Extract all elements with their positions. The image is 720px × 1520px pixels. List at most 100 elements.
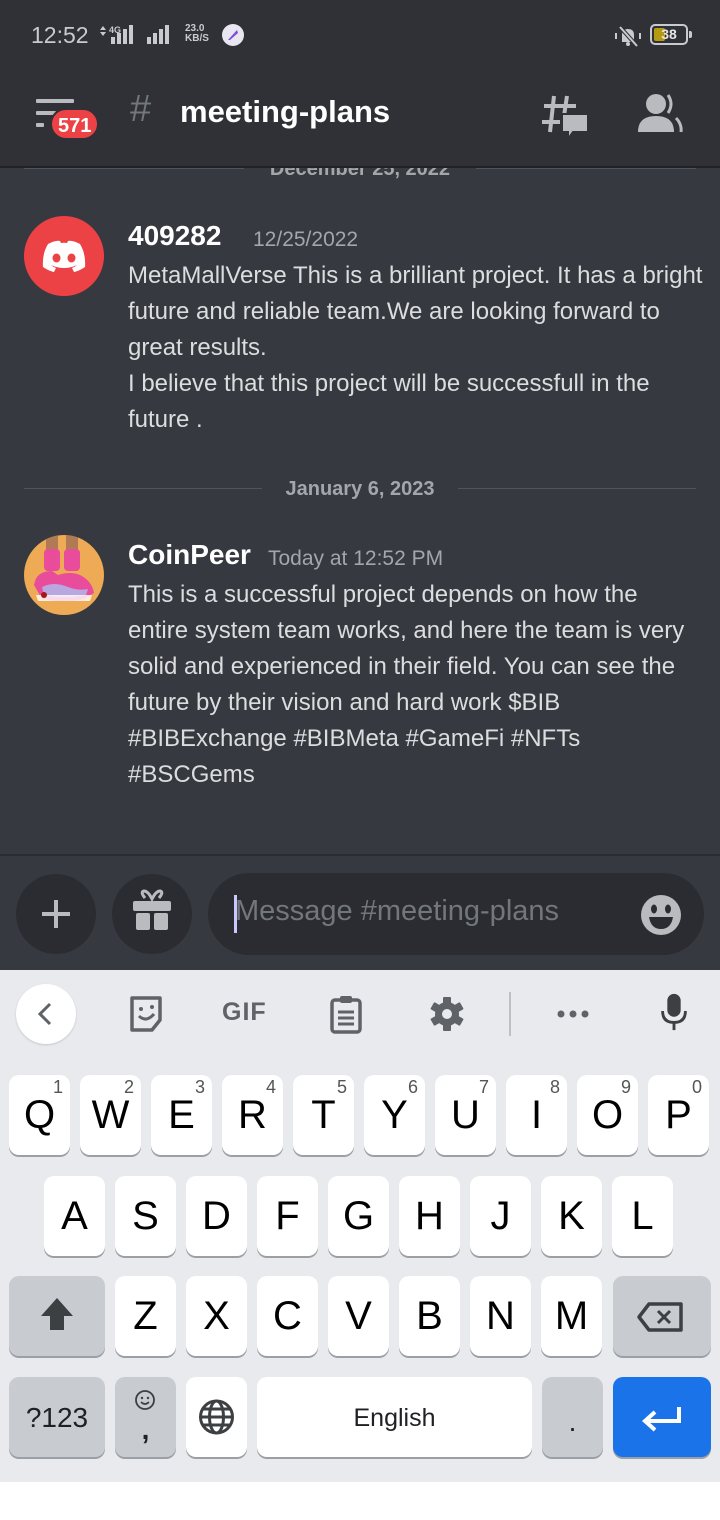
key-number-hint: 8	[549, 1077, 560, 1097]
key-m[interactable]: M	[541, 1276, 602, 1356]
add-button[interactable]	[16, 874, 96, 954]
keyboard-back-button[interactable]	[16, 984, 76, 1044]
message-content: MetaMallVerse This is a brilliant projec…	[128, 262, 703, 433]
key-e[interactable]: E3	[151, 1075, 212, 1155]
key-g[interactable]: G	[328, 1176, 389, 1256]
key-number-hint: 6	[407, 1077, 418, 1097]
key-n[interactable]: N	[470, 1276, 531, 1356]
space-key[interactable]: English	[257, 1377, 532, 1457]
key-t[interactable]: T5	[293, 1075, 354, 1155]
key-z[interactable]: Z	[115, 1276, 176, 1356]
symbols-key[interactable]: ?123	[9, 1377, 105, 1457]
channel-hash-icon: #	[130, 88, 152, 130]
plus-icon	[42, 900, 70, 928]
key-number-hint: 5	[336, 1077, 347, 1097]
unread-badge: 571	[50, 108, 100, 140]
members-icon	[638, 94, 683, 133]
sneakers-avatar-icon	[34, 535, 94, 601]
shift-arrow-icon	[41, 1298, 73, 1330]
message-author[interactable]: CoinPeer	[128, 539, 251, 571]
soft-keyboard: GIF ?123 , English . Q 1 W 2 E 3 R 4 T 5…	[0, 970, 720, 1482]
key-s[interactable]: S	[115, 1176, 176, 1256]
message-list[interactable]: December 25, 2022 409282 12/25/2022 Meta…	[0, 168, 720, 854]
message-composer: Message #meeting-plans	[0, 854, 720, 970]
key-h[interactable]: H	[399, 1176, 460, 1256]
keyboard-toolbar: GIF	[0, 970, 720, 1060]
key-w[interactable]: W2	[80, 1075, 141, 1155]
date-divider-label: December 25, 2022	[253, 168, 467, 180]
mute-icon	[615, 25, 641, 47]
backspace-key[interactable]	[613, 1276, 711, 1356]
key-x[interactable]: X	[186, 1276, 247, 1356]
message-author[interactable]: 409282	[128, 220, 221, 252]
toolbar-separator	[509, 992, 511, 1036]
key-l[interactable]: L	[612, 1176, 673, 1256]
threads-button[interactable]	[540, 92, 592, 143]
gift-button[interactable]	[112, 874, 192, 954]
key-p[interactable]: P0	[648, 1075, 709, 1155]
smiley-icon	[641, 895, 681, 935]
message-input[interactable]: Message #meeting-plans	[208, 873, 704, 955]
shift-key[interactable]	[9, 1276, 105, 1356]
key-number-hint: 7	[478, 1077, 489, 1097]
date-divider-label: January 6, 2023	[269, 478, 451, 500]
key-b[interactable]: B	[399, 1276, 460, 1356]
key-q[interactable]: Q1	[9, 1075, 70, 1155]
status-time: 12:52	[31, 22, 89, 48]
microphone-icon[interactable]	[658, 992, 690, 1032]
members-button[interactable]	[636, 92, 684, 136]
globe-icon	[199, 1399, 234, 1435]
key-number-hint: 1	[52, 1077, 63, 1097]
key-f[interactable]: F	[257, 1176, 318, 1256]
gif-button[interactable]: GIF	[222, 998, 267, 1038]
threads-icon	[542, 95, 589, 143]
app-feather-icon	[222, 24, 244, 46]
key-o[interactable]: O9	[577, 1075, 638, 1155]
key-c[interactable]: C	[257, 1276, 318, 1356]
menu-icon	[36, 99, 74, 103]
signal-icon: 4G	[100, 25, 169, 44]
status-bar: 12:52 4G 23.0 KB/S 38	[0, 0, 720, 70]
key-number-hint: 9	[620, 1077, 631, 1097]
chevron-left-icon	[37, 1002, 52, 1026]
key-number-hint: 0	[691, 1077, 702, 1097]
key-u[interactable]: U7	[435, 1075, 496, 1155]
date-divider: December 25, 2022	[24, 168, 696, 180]
key-r[interactable]: R4	[222, 1075, 283, 1155]
more-icon[interactable]	[556, 994, 590, 1034]
sticker-icon[interactable]	[128, 994, 166, 1034]
language-key[interactable]	[186, 1377, 247, 1457]
enter-key[interactable]	[613, 1377, 711, 1457]
emoji-button[interactable]	[640, 894, 682, 936]
clipboard-icon[interactable]	[328, 994, 364, 1034]
key-i[interactable]: I8	[506, 1075, 567, 1155]
avatar[interactable]	[24, 216, 104, 296]
gift-icon	[133, 889, 171, 930]
key-j[interactable]: J	[470, 1176, 531, 1256]
smiley-hint-icon	[135, 1390, 155, 1410]
key-a[interactable]: A	[44, 1176, 105, 1256]
enter-arrow-icon	[642, 1407, 681, 1432]
key-number-hint: 2	[123, 1077, 134, 1097]
channel-header: 571 # meeting-plans	[0, 70, 720, 168]
battery-icon: 38	[650, 24, 688, 45]
message-timestamp: Today at 12:52 PM	[268, 547, 444, 570]
settings-gear-icon[interactable]	[428, 994, 466, 1034]
key-y[interactable]: Y6	[364, 1075, 425, 1155]
channel-name: meeting-plans	[180, 94, 391, 129]
key-d[interactable]: D	[186, 1176, 247, 1256]
comma-emoji-key[interactable]: ,	[115, 1377, 176, 1457]
key-number-hint: 3	[194, 1077, 205, 1097]
key-number-hint: 4	[265, 1077, 276, 1097]
avatar[interactable]	[24, 535, 104, 615]
message-input-placeholder: Message #meeting-plans	[235, 895, 560, 927]
network-speed: 23.0 KB/S	[185, 23, 209, 44]
discord-logo-icon	[42, 240, 86, 272]
key-v[interactable]: V	[328, 1276, 389, 1356]
date-divider: January 6, 2023	[24, 478, 696, 500]
message-content: This is a successful project depends on …	[128, 581, 685, 788]
backspace-icon	[637, 1302, 683, 1332]
period-key[interactable]: .	[542, 1377, 603, 1457]
navigation-area	[0, 1482, 720, 1520]
key-k[interactable]: K	[541, 1176, 602, 1256]
